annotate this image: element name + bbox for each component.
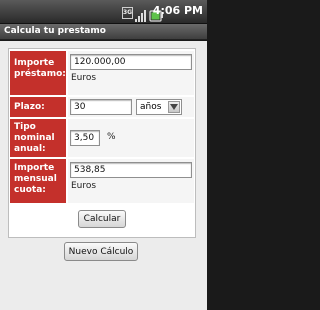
monthly-payment-unit: Euros <box>71 181 97 191</box>
monthly-payment-row: Importe mensual cuota: 538,85 Euros <box>10 159 194 203</box>
monthly-payment-value-cell: 538,85 Euros <box>68 159 194 203</box>
loan-form: Importe préstamo: 120.000,00 Euros Plazo… <box>8 48 196 238</box>
status-bar: 3G 4:06 PM <box>0 0 207 24</box>
loan-amount-label: Importe préstamo: <box>10 51 66 95</box>
monthly-payment-output: 538,85 <box>70 162 192 178</box>
interest-rate-value-cell: 3,50 % <box>68 119 194 157</box>
network-3g-icon: 3G <box>122 7 133 19</box>
status-time: 4:06 PM <box>152 4 203 17</box>
term-row: Plazo: 30 años <box>10 97 194 117</box>
term-value-cell: 30 años <box>68 97 194 117</box>
app-title: Calcula tu prestamo <box>4 26 106 36</box>
interest-rate-input[interactable]: 3,50 <box>70 130 100 146</box>
term-input[interactable]: 30 <box>70 99 132 115</box>
signal-bars-icon <box>135 7 147 22</box>
loan-amount-input[interactable]: 120.000,00 <box>70 54 192 70</box>
loan-amount-unit: Euros <box>71 73 97 83</box>
calculate-row: Calcular <box>10 205 194 235</box>
calculate-button[interactable]: Calcular <box>78 210 126 228</box>
term-label: Plazo: <box>10 97 66 117</box>
interest-rate-label: Tipo nominal anual: <box>10 119 66 157</box>
interest-rate-row: Tipo nominal anual: 3,50 % <box>10 119 194 157</box>
app-title-bar: Calcula tu prestamo <box>0 24 207 40</box>
term-unit-select[interactable]: años <box>136 99 182 115</box>
loan-amount-value-cell: 120.000,00 Euros <box>68 51 194 95</box>
new-calculation-button[interactable]: Nuevo Cálculo <box>64 242 138 261</box>
main-content: Importe préstamo: 120.000,00 Euros Plazo… <box>0 41 207 310</box>
loan-amount-row: Importe préstamo: 120.000,00 Euros <box>10 51 194 95</box>
interest-rate-unit: % <box>107 132 116 142</box>
chevron-down-icon[interactable] <box>168 101 180 113</box>
monthly-payment-label: Importe mensual cuota: <box>10 159 66 203</box>
term-unit-selected: años <box>140 102 162 112</box>
